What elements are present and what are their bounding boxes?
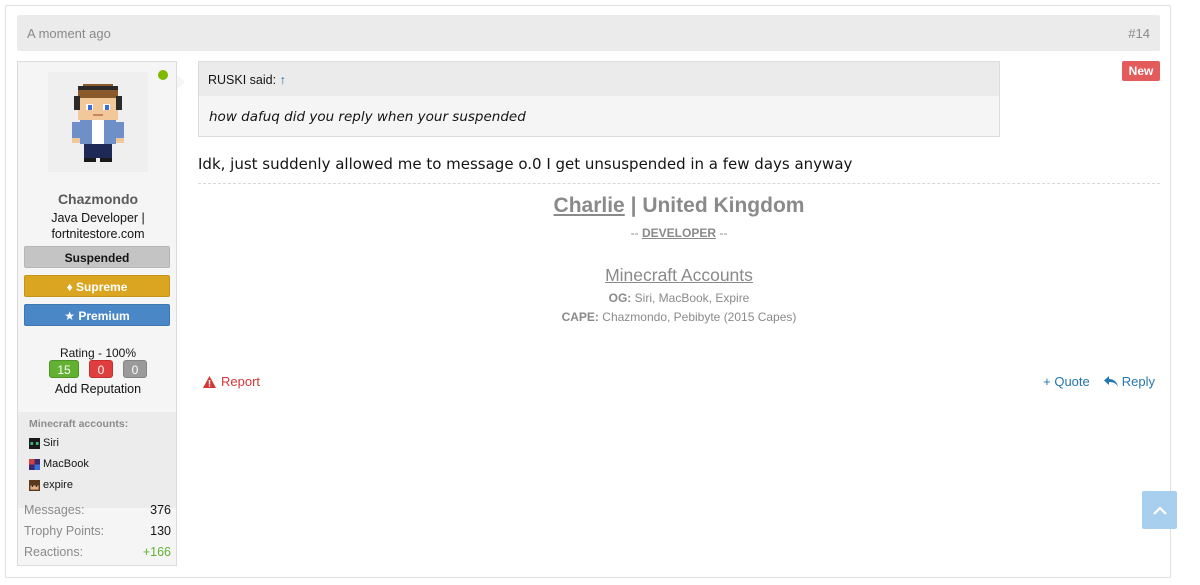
- banner-supreme-label: Supreme: [76, 280, 128, 294]
- trophy-icon: ★: [64, 309, 76, 323]
- signature-role-link[interactable]: DEVELOPER: [642, 226, 716, 240]
- stat-trophy-points: Trophy Points: 130: [24, 524, 171, 538]
- signature-role-suffix: --: [719, 226, 728, 240]
- post-header: A moment ago #14: [17, 15, 1160, 51]
- signature-name-line: Charlie | United Kingdom: [198, 194, 1160, 218]
- avatar[interactable]: [48, 72, 148, 172]
- banner-premium: ★ Premium: [24, 304, 170, 326]
- mc-account-name: expire: [43, 479, 73, 491]
- banner-suspended: Suspended: [24, 246, 170, 268]
- rating-label: Rating - 100%: [59, 346, 137, 360]
- message-body: Idk, just suddenly allowed me to message…: [198, 155, 853, 173]
- stat-messages: Messages: 376: [24, 503, 171, 517]
- signature-name-link[interactable]: Charlie: [554, 194, 625, 217]
- quote-author: RUSKI said: ↑: [208, 73, 286, 87]
- stat-label: Messages:: [24, 503, 85, 517]
- add-reputation-link[interactable]: Add Reputation: [18, 382, 178, 396]
- mc-head-icon: [29, 458, 40, 470]
- signature-og-value: Siri, MacBook, Expire: [634, 291, 750, 305]
- signature-mc-heading-link[interactable]: Minecraft Accounts: [198, 265, 1160, 286]
- stat-reactions: Reactions: +166: [24, 545, 171, 559]
- mc-account-name: MacBook: [43, 458, 89, 470]
- quote-text: how dafuq did you reply when your suspen…: [209, 109, 526, 125]
- signature-role-prefix: --: [630, 226, 639, 240]
- rep-negative-count[interactable]: 0: [89, 360, 113, 378]
- signature-separator: |: [630, 194, 637, 217]
- post-actions: + Quote Reply: [1043, 374, 1155, 389]
- rep-neutral-count[interactable]: 0: [123, 360, 147, 378]
- stat-value[interactable]: 130: [150, 524, 171, 538]
- mc-account-name: Siri: [43, 437, 59, 449]
- scroll-to-top-button[interactable]: [1142, 491, 1177, 529]
- reply-button[interactable]: Reply: [1103, 374, 1155, 389]
- mc-head-icon: [29, 479, 40, 491]
- post-date[interactable]: A moment ago: [27, 26, 111, 41]
- chevron-up-icon: [1152, 505, 1167, 515]
- banner-supreme: ♦ Supreme: [24, 275, 170, 297]
- username[interactable]: Chazmondo: [18, 191, 178, 207]
- user-panel-arrow: [176, 74, 185, 90]
- quote-author-label: RUSKI said:: [208, 73, 277, 87]
- report-label: Report: [221, 374, 261, 389]
- quote-label: + Quote: [1043, 374, 1090, 389]
- warning-triangle-icon: [203, 375, 216, 388]
- signature-cape-line: CAPE: Chazmondo, Pebibyte (2015 Capes): [198, 310, 1160, 324]
- signature-og-label: OG:: [608, 291, 632, 305]
- minecraft-accounts-section: Minecraft accounts: Siri MacBook expire: [18, 412, 176, 508]
- stat-label: Trophy Points:: [24, 524, 105, 538]
- post-number-link[interactable]: #14: [1128, 26, 1150, 41]
- stat-value[interactable]: +166: [143, 545, 171, 559]
- new-post-badge: New: [1122, 61, 1160, 81]
- reply-arrow-icon: [1103, 376, 1118, 387]
- mc-account-item[interactable]: expire: [29, 479, 73, 491]
- online-status-indicator: [158, 70, 168, 80]
- banner-premium-label: Premium: [78, 309, 130, 323]
- quote-header: RUSKI said: ↑: [199, 62, 999, 96]
- signature-country: United Kingdom: [642, 194, 805, 217]
- avatar-image: [72, 84, 124, 162]
- signature-og-line: OG: Siri, MacBook, Expire: [198, 291, 1160, 305]
- signature-cape-value: Chazmondo, Pebibyte (2015 Capes): [602, 310, 797, 324]
- signature-divider: [198, 183, 1160, 184]
- quote-jump-arrow-icon[interactable]: ↑: [280, 73, 286, 87]
- minecraft-accounts-title: Minecraft accounts:: [29, 418, 129, 430]
- mc-head-icon: [29, 437, 40, 449]
- stat-value[interactable]: 376: [150, 503, 171, 517]
- diamond-icon: ♦: [66, 280, 73, 294]
- rep-positive-count[interactable]: 15: [49, 360, 79, 378]
- user-panel: Chazmondo Java Developer | fortnitestore…: [17, 61, 177, 566]
- reply-label: Reply: [1121, 374, 1155, 389]
- signature-role-line: -- DEVELOPER --: [198, 226, 1160, 240]
- quote-block: RUSKI said: ↑ how dafuq did you reply wh…: [198, 61, 1000, 137]
- stat-label: Reactions:: [24, 545, 84, 559]
- quote-button[interactable]: + Quote: [1043, 374, 1090, 389]
- mc-account-item[interactable]: MacBook: [29, 458, 89, 470]
- report-button[interactable]: Report: [203, 374, 260, 389]
- user-title: Java Developer | fortnitestore.com: [51, 211, 145, 241]
- signature-cape-label: CAPE:: [561, 310, 599, 324]
- mc-account-item[interactable]: Siri: [29, 437, 59, 449]
